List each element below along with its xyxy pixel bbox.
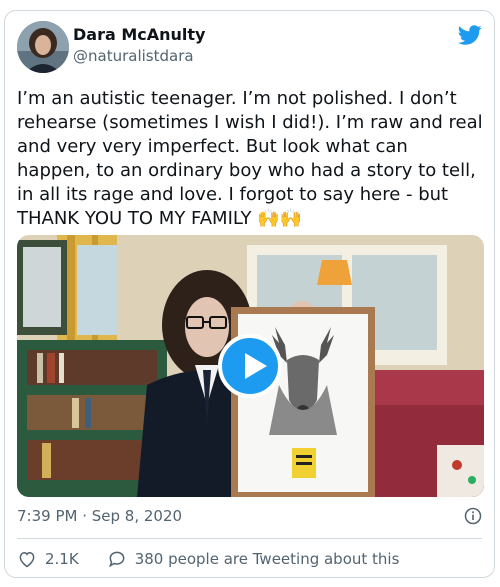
avatar[interactable] — [17, 21, 69, 73]
like-button[interactable]: 2.1K — [17, 549, 79, 569]
play-icon — [245, 353, 267, 379]
tweet-card: Dara McAnulty @naturalistdara I’m an aut… — [4, 10, 495, 578]
divider — [17, 538, 482, 539]
tweet-body: I’m an autistic teenager. I’m not polish… — [17, 88, 483, 229]
video-thumbnail[interactable] — [17, 235, 484, 497]
tweet-actions: 2.1K 380 people are Tweeting about this — [17, 546, 399, 572]
tweet-text: I’m an autistic teenager. I’m not polish… — [17, 87, 487, 231]
like-count: 2.1K — [45, 550, 79, 568]
author-name[interactable]: Dara McAnulty — [73, 25, 205, 45]
speech-bubble-icon — [108, 551, 125, 568]
raised-hands-emoji: 🙌🙌 — [257, 208, 303, 229]
tweeting-about-label: 380 people are Tweeting about this — [134, 550, 400, 568]
reply-button[interactable]: 380 people are Tweeting about this — [107, 549, 400, 569]
author-handle[interactable]: @naturalistdara — [73, 46, 194, 66]
play-button[interactable] — [218, 334, 282, 398]
heart-icon — [19, 551, 35, 568]
info-icon[interactable] — [464, 507, 482, 525]
twitter-bird-icon[interactable] — [458, 23, 482, 47]
tweet-timestamp[interactable]: 7:39 PM · Sep 8, 2020 — [17, 506, 182, 526]
